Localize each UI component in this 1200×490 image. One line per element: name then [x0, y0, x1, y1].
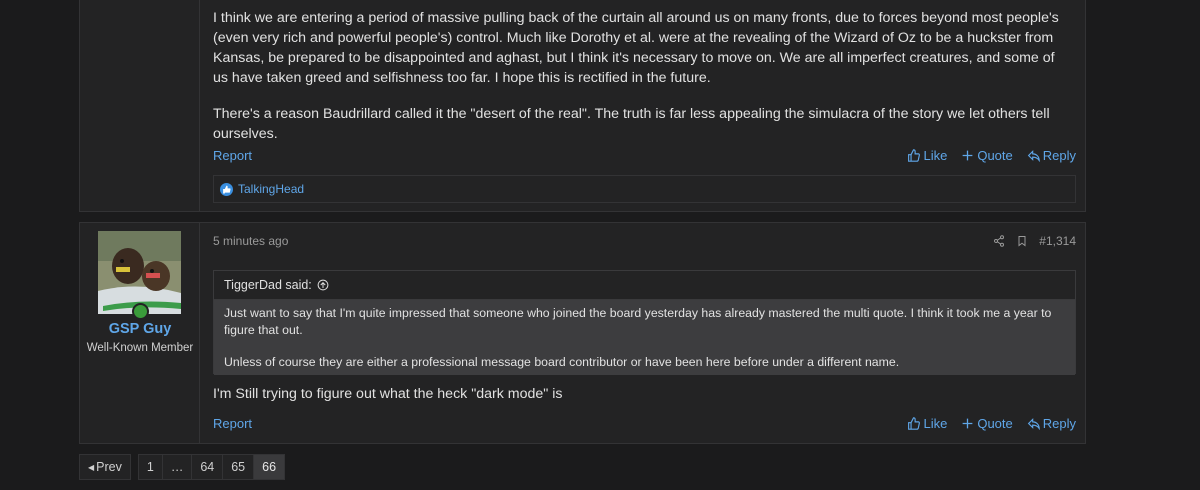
quote-button[interactable]: Quote	[961, 416, 1013, 431]
plus-icon	[962, 150, 973, 161]
post-timestamp[interactable]: 5 minutes ago	[213, 234, 288, 248]
quote-button[interactable]: Quote	[961, 148, 1013, 163]
report-link[interactable]: Report	[213, 148, 252, 163]
reply-button[interactable]: Reply	[1027, 148, 1076, 163]
share-icon[interactable]	[993, 235, 1005, 247]
reply-icon	[1027, 150, 1040, 162]
reply-button[interactable]: Reply	[1027, 416, 1076, 431]
quote-block: TiggerDad said: Just want to say that I'…	[213, 270, 1076, 375]
pagination: ◀ Prev 1 … 64 65 66	[79, 454, 286, 480]
post-body: I'm Still trying to figure out what the …	[213, 386, 563, 402]
like-label: Like	[923, 148, 948, 163]
post-user-column: GSP Guy Well-Known Member	[80, 223, 200, 443]
bookmark-icon[interactable]	[1016, 235, 1028, 247]
like-button[interactable]: Like	[907, 416, 947, 431]
post-actions: Report Like Quote Reply	[213, 148, 1076, 166]
reply-icon	[1027, 418, 1040, 430]
post-user-column	[80, 0, 200, 211]
post-actions: Report Like Quote Reply	[213, 416, 1076, 434]
online-status-icon	[132, 303, 149, 320]
reaction-user-link[interactable]: TalkingHead	[238, 182, 304, 196]
quote-label: Quote	[977, 148, 1013, 163]
reactions-bar: TalkingHead	[213, 175, 1076, 203]
username[interactable]: GSP Guy	[80, 321, 200, 337]
post-1: I think we are entering a period of mass…	[79, 0, 1086, 212]
thumbs-up-icon	[908, 149, 921, 162]
post-meta: 5 minutes ago #1,314	[213, 234, 1076, 250]
quote-body: Just want to say that I'm quite impresse…	[214, 300, 1075, 375]
page-link-current[interactable]: 66	[253, 454, 286, 480]
like-label: Like	[923, 416, 948, 431]
quote-paragraph: Just want to say that I'm quite impresse…	[224, 306, 1052, 337]
post-2: GSP Guy Well-Known Member 5 minutes ago …	[79, 222, 1086, 444]
page-link-1[interactable]: 1	[137, 454, 163, 480]
like-reaction-icon	[220, 182, 233, 196]
page-ellipsis[interactable]: …	[161, 454, 193, 480]
post-content: 5 minutes ago #1,314 TiggerDad said: Jus…	[213, 223, 1076, 443]
post-content: I think we are entering a period of mass…	[213, 0, 1076, 211]
report-link[interactable]: Report	[213, 416, 252, 431]
reply-label: Reply	[1042, 416, 1076, 431]
like-button[interactable]: Like	[907, 148, 947, 163]
post-number-link[interactable]: #1,314	[1039, 234, 1076, 248]
avatar[interactable]	[98, 231, 181, 314]
prev-page-button[interactable]: ◀ Prev	[79, 454, 131, 480]
prev-label: Prev	[96, 460, 122, 474]
quote-header[interactable]: TiggerDad said:	[214, 271, 1075, 300]
post-paragraph: I think we are entering a period of mass…	[213, 10, 1059, 86]
caret-left-icon: ◀	[88, 462, 95, 472]
reply-label: Reply	[1042, 148, 1076, 163]
user-title: Well-Known Member	[86, 342, 194, 354]
quote-paragraph: Unless of course they are either a profe…	[224, 355, 900, 369]
post-body: I think we are entering a period of mass…	[213, 8, 1073, 160]
arrow-up-circle-icon[interactable]	[317, 279, 329, 291]
thumbs-up-icon	[908, 417, 921, 430]
page-link-64[interactable]: 64	[191, 454, 224, 480]
post-paragraph: There's a reason Baudrillard called it t…	[213, 106, 1050, 142]
quote-author: TiggerDad said:	[224, 278, 312, 292]
plus-icon	[962, 418, 973, 429]
quote-label: Quote	[977, 416, 1013, 431]
page-link-65[interactable]: 65	[222, 454, 255, 480]
